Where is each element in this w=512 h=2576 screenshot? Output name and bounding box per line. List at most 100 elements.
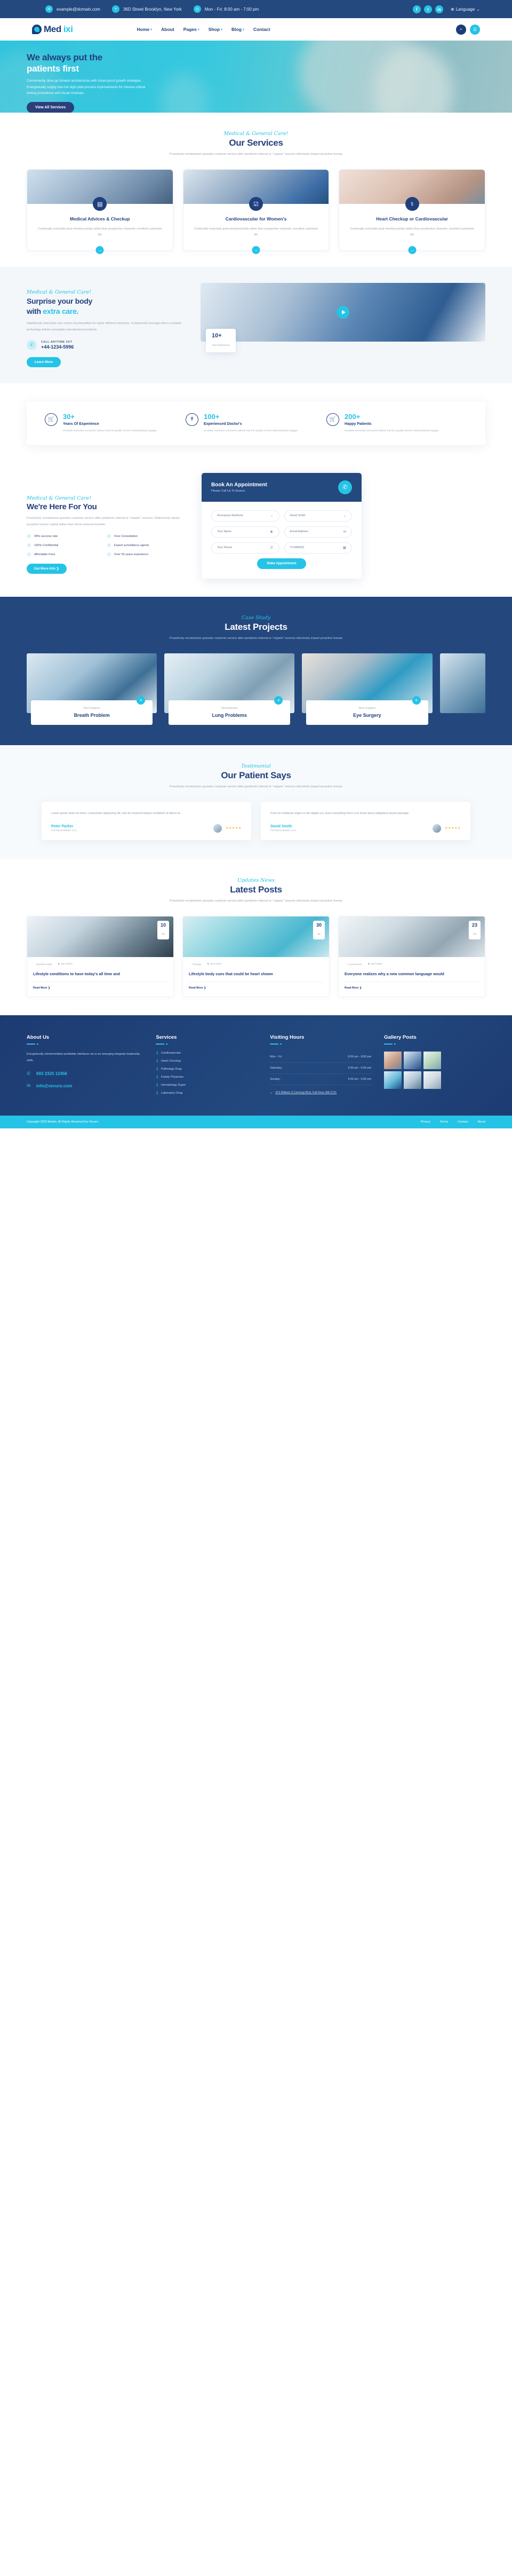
language-selector[interactable]: ⊕ Language ⌄ (451, 7, 480, 12)
search-icon[interactable]: ⌕ (456, 24, 466, 35)
nav-item-pages[interactable]: Pages ▾ (183, 27, 199, 32)
get-more-info-button[interactable]: Get More Info ❯ (27, 564, 67, 574)
testimonial-heading: Testimonial Our Patient Says Proactively… (27, 763, 485, 790)
underline-decoration (27, 1044, 38, 1045)
book-icon: ▤ (93, 197, 107, 211)
services-section: Medical & General Care! Our Services Pro… (0, 113, 512, 267)
footer-service-link[interactable]: ❯ Laboratory Drag (156, 1092, 257, 1095)
gallery-thumb[interactable] (404, 1071, 422, 1089)
care-learn-more-button[interactable]: Learn More (27, 357, 61, 367)
blog-post-title[interactable]: Lifestyle conditions to have today's all… (33, 971, 167, 977)
project-card[interactable]: + Development Lung Problems (164, 653, 295, 725)
date-input[interactable]: YY/MM/DD ▦ (284, 542, 352, 554)
footer-link-contact[interactable]: Contact (458, 1120, 468, 1124)
blog-author-label: wp-medixi (210, 962, 222, 966)
plus-icon[interactable]: + (412, 696, 421, 705)
phone-icon[interactable]: ✆ (338, 480, 352, 494)
blog-card[interactable]: 10 Jan 🗀 Mental Health ☻ wp-medixi Lifes… (27, 915, 174, 998)
menu-toggle-icon[interactable]: ☰ (470, 24, 480, 35)
chevron-down-icon: ⌄ (270, 514, 274, 518)
linkedin-icon[interactable]: in (435, 5, 443, 13)
service-arrow-icon[interactable]: → (252, 246, 260, 254)
care-call-number[interactable]: +44-1234-5996 (41, 344, 74, 350)
project-category: New Surgeon (83, 707, 100, 710)
phone-icon: ✆ (27, 339, 37, 350)
footer-link-privacy[interactable]: Privacy (421, 1120, 430, 1124)
blog-date-badge: 23 Jan (469, 920, 481, 939)
blog-category-label: Acupressure (347, 963, 362, 966)
care-video-thumbnail[interactable] (201, 282, 485, 342)
read-more-link[interactable]: Read More ❯ (189, 982, 323, 990)
topbar-email-text: example@domain.com (57, 6, 100, 12)
plus-icon[interactable]: + (137, 696, 146, 705)
footer-email[interactable]: ✉ info@vecuro.com (27, 1083, 143, 1089)
blog-author[interactable]: ☻ wp-medixi (207, 963, 222, 967)
gallery-thumb[interactable] (384, 1071, 402, 1089)
footer-phone[interactable]: ✆ 693 2325 12456 (27, 1071, 143, 1077)
blog-post-title[interactable]: Lifestyle body cues that could be heart … (189, 971, 323, 977)
service-arrow-icon[interactable]: → (95, 246, 104, 254)
projects-eyebrow: Case Study (241, 614, 271, 621)
care-title-line2b: extra care. (43, 306, 79, 315)
footer-service-link[interactable]: ❯ Cardiovascular (156, 1052, 257, 1055)
nav-item-shop[interactable]: Shop ▾ (209, 27, 222, 32)
blog-heading: Updates News Latest Posts Proactively re… (27, 878, 485, 904)
blog-category-label: Mental Health (36, 963, 52, 966)
plus-icon[interactable]: + (274, 696, 283, 705)
footer-service-link[interactable]: ❯ Heart Checkup (156, 1060, 257, 1063)
department-select[interactable]: Aerospace Medicine ⌄ (211, 510, 279, 521)
read-more-link[interactable]: Read More ❯ (33, 982, 167, 990)
footer-service-link[interactable]: ❯ Pathology Drag (156, 1068, 257, 1071)
footer-services-title: Services (156, 1034, 177, 1041)
blog-author[interactable]: ☻ wp-medixi (58, 963, 73, 967)
read-more-link[interactable]: Read More ❯ (345, 982, 479, 990)
footer-service-link[interactable]: ❯ Family Physician (156, 1076, 257, 1079)
service-card[interactable]: ☑ Cardiovascular for Women's Continually… (182, 169, 330, 254)
nav-label: Pages (183, 27, 197, 32)
footer-link-terms[interactable]: Terms (440, 1120, 448, 1124)
service-text: Continually evisculate goal-oriented por… (350, 227, 474, 237)
hero-cta-button[interactable]: View All Services (27, 101, 75, 113)
nav-item-about[interactable]: About (161, 27, 174, 32)
nav-item-home[interactable]: Home ▾ (137, 27, 153, 32)
underline-decoration (384, 1044, 396, 1045)
gallery-thumb[interactable] (423, 1071, 442, 1089)
footer-link-about[interactable]: About (477, 1120, 485, 1124)
stat-item: 🛒 200+ Happy Patients Incubate extensive… (326, 413, 467, 433)
blog-card[interactable]: 30 Jan 🗀 Therapy ☻ wp-medixi Lifestyle b… (182, 915, 330, 998)
site-logo[interactable]: Med ixi (32, 24, 73, 35)
blog-post-title[interactable]: Everyone realizes why a new common langu… (345, 971, 479, 977)
service-card[interactable]: ▤ Medical Advices & Checkup Continually … (27, 169, 173, 254)
blog-card[interactable]: 23 Jan 🗀 Acupressure ☻ wp-medixi Everyon… (338, 915, 485, 998)
project-category: New Surgeon (358, 707, 376, 710)
gallery-thumb[interactable] (384, 1052, 402, 1070)
gallery-thumb[interactable] (404, 1052, 422, 1070)
blog-category[interactable]: 🗀 Mental Health (33, 963, 52, 967)
blog-author[interactable]: ☻ wp-medixi (367, 963, 382, 967)
doctor-select[interactable]: David Smith ⌄ (284, 510, 352, 521)
gallery-thumb[interactable] (423, 1052, 442, 1070)
topbar-email[interactable]: ✉ example@domain.com (45, 5, 100, 13)
email-input[interactable]: Email Address ✉ (284, 526, 352, 538)
project-card[interactable]: + New Surgeon Eye Surgery (302, 653, 433, 725)
service-arrow-icon[interactable]: → (408, 246, 417, 254)
footer-service-link[interactable]: ❯ Hematology Super (156, 1084, 257, 1087)
nav-item-blog[interactable]: Blog ▾ (231, 27, 244, 32)
play-icon[interactable] (337, 305, 349, 319)
topbar-address[interactable]: ⌖ 36D Street Brooklyn, New York (111, 5, 182, 13)
project-card-partial[interactable] (439, 653, 485, 725)
name-input[interactable]: Your Name ☻ (211, 526, 279, 538)
blog-category[interactable]: 🗀 Acupressure (345, 963, 362, 967)
nav-label: Contact (253, 27, 270, 32)
blog-category[interactable]: 🗀 Therapy (189, 963, 202, 967)
make-appointment-button[interactable]: Make Appointment (257, 558, 306, 569)
facebook-icon[interactable]: f (413, 5, 421, 13)
twitter-icon[interactable]: t (424, 5, 432, 13)
footer-address[interactable]: ⌖ 374 William S Canning Blvd, Fall River… (270, 1090, 371, 1097)
phone-input[interactable]: Your Phone ✆ (211, 542, 279, 554)
nav-item-contact[interactable]: Contact (253, 27, 270, 32)
hfy-eyebrow: Medical & General Care! (27, 495, 92, 501)
project-card[interactable]: + New Surgeon Breath Problem (27, 653, 157, 725)
service-card[interactable]: ⚕ Heart Checkup or Cardiovascular Contin… (339, 169, 486, 254)
footer-gallery-title: Gallery Posts (384, 1034, 417, 1041)
